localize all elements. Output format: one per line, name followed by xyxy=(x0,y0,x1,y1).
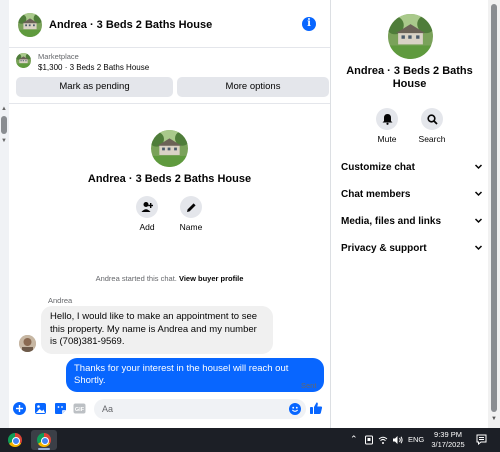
chat-header: Andrea · 3 Beds 2 Baths House i xyxy=(9,0,330,48)
scroll-up-arrow-icon[interactable]: ▲ xyxy=(1,106,7,112)
section-customize-chat[interactable]: Customize chat xyxy=(341,162,483,176)
windows-taskbar: ⌃ ENG 9:39 PM 3/17/2025 xyxy=(0,428,500,452)
language-indicator[interactable]: ENG xyxy=(408,435,424,444)
chevron-down-icon xyxy=(474,191,483,197)
section-chat-members[interactable]: Chat members xyxy=(341,189,483,203)
wifi-icon[interactable] xyxy=(378,435,388,445)
bell-icon xyxy=(376,108,398,130)
clock-time: 9:39 PM xyxy=(434,430,462,439)
info-title: Andrea · 3 Beds 2 Baths House xyxy=(346,65,473,90)
name-label: Name xyxy=(179,222,203,232)
message-sender-name: Andrea xyxy=(48,296,73,305)
listing-thumbnail[interactable] xyxy=(18,13,42,37)
search-icon xyxy=(421,108,443,130)
message-input-placeholder: Aa xyxy=(102,404,114,414)
listing-small-thumbnail[interactable] xyxy=(16,53,31,68)
chat-pane: Andrea · 3 Beds 2 Baths House i Marketpl… xyxy=(9,0,330,428)
svg-text:GIF: GIF xyxy=(75,407,85,413)
add-person-icon xyxy=(136,196,158,218)
clock-date: 3/17/2025 xyxy=(431,440,465,449)
message-status: Sent xyxy=(301,381,317,390)
section-label: Chat members xyxy=(341,189,411,200)
search-button[interactable]: Search xyxy=(412,108,452,144)
mute-button[interactable]: Mute xyxy=(367,108,407,144)
pencil-icon xyxy=(180,196,202,218)
incoming-message-bubble[interactable]: Hello, I would like to make an appointme… xyxy=(41,306,273,354)
message-input[interactable]: Aa xyxy=(94,399,306,419)
section-privacy-support[interactable]: Privacy & support xyxy=(341,243,483,257)
chevron-down-icon xyxy=(474,218,483,224)
view-buyer-profile-link[interactable]: View buyer profile xyxy=(179,274,243,283)
chrome-icon xyxy=(8,433,22,447)
chevron-down-icon xyxy=(474,245,483,251)
chrome-icon xyxy=(37,433,51,447)
taskbar-clock[interactable]: 9:39 PM 3/17/2025 xyxy=(430,430,466,450)
marketplace-label: Marketplace xyxy=(38,52,79,61)
listing-summary[interactable]: $1,300 · 3 Beds 2 Baths House xyxy=(38,63,149,72)
conversation-title[interactable]: Andrea · 3 Beds 2 Baths House xyxy=(49,19,212,31)
sticker-icon[interactable] xyxy=(54,402,67,415)
photo-icon[interactable] xyxy=(34,402,47,415)
section-label: Privacy & support xyxy=(341,243,427,254)
chat-started-text: Andrea started this chat. xyxy=(95,274,177,283)
section-label: Customize chat xyxy=(341,162,415,173)
active-indicator xyxy=(38,448,50,450)
section-media-files-links[interactable]: Media, files and links xyxy=(341,216,483,230)
chevron-up-icon[interactable]: ⌃ xyxy=(350,434,358,445)
left-scroll-gutter: ▲ ▼ xyxy=(0,0,9,428)
outgoing-message-bubble[interactable]: Thanks for your interest in the housel w… xyxy=(66,358,324,392)
device-icon[interactable] xyxy=(364,435,374,445)
messenger-window: ▲ ▼ Andrea · 3 Beds 2 Baths House i Mark… xyxy=(0,0,500,428)
chat-started-notice: Andrea started this chat. View buyer pro… xyxy=(9,274,330,283)
page-scrollbar[interactable]: ▼ xyxy=(488,0,500,428)
avatar[interactable] xyxy=(19,335,36,352)
search-label: Search xyxy=(418,134,446,144)
profile-thumbnail xyxy=(151,130,188,167)
scroll-down-arrow-icon[interactable]: ▼ xyxy=(1,138,7,144)
left-scrollbar-thumb[interactable] xyxy=(1,116,7,134)
chevron-down-icon xyxy=(474,164,483,170)
add-label: Add xyxy=(139,222,155,232)
mute-label: Mute xyxy=(377,134,397,144)
section-label: Media, files and links xyxy=(341,216,442,227)
mark-as-pending-button[interactable]: Mark as pending xyxy=(16,77,173,97)
notification-icon[interactable] xyxy=(476,434,487,445)
name-button[interactable]: Name xyxy=(171,196,211,232)
emoji-icon[interactable] xyxy=(289,403,301,415)
chrome-taskbar-button-active[interactable] xyxy=(31,430,57,450)
profile-title: Andrea · 3 Beds 2 Baths House xyxy=(87,173,252,185)
info-thumbnail xyxy=(388,14,433,59)
chrome-taskbar-button[interactable] xyxy=(2,430,28,450)
thumbs-up-icon[interactable] xyxy=(309,401,323,415)
scroll-down-arrow-icon[interactable]: ▼ xyxy=(491,416,497,422)
page-scrollbar-thumb[interactable] xyxy=(491,4,497,412)
gif-icon[interactable]: GIF xyxy=(73,402,86,415)
more-options-button[interactable]: More options xyxy=(177,77,329,97)
add-button[interactable]: Add xyxy=(127,196,167,232)
plus-circle-icon[interactable] xyxy=(13,402,26,415)
composer-bar: GIF Aa xyxy=(9,396,330,422)
volume-icon[interactable] xyxy=(392,435,404,445)
marketplace-listing-bar: Marketplace $1,300 · 3 Beds 2 Baths Hous… xyxy=(9,48,330,104)
info-icon[interactable]: i xyxy=(302,17,316,31)
conversation-info-panel: Andrea · 3 Beds 2 Baths House Mute Searc… xyxy=(331,0,488,428)
